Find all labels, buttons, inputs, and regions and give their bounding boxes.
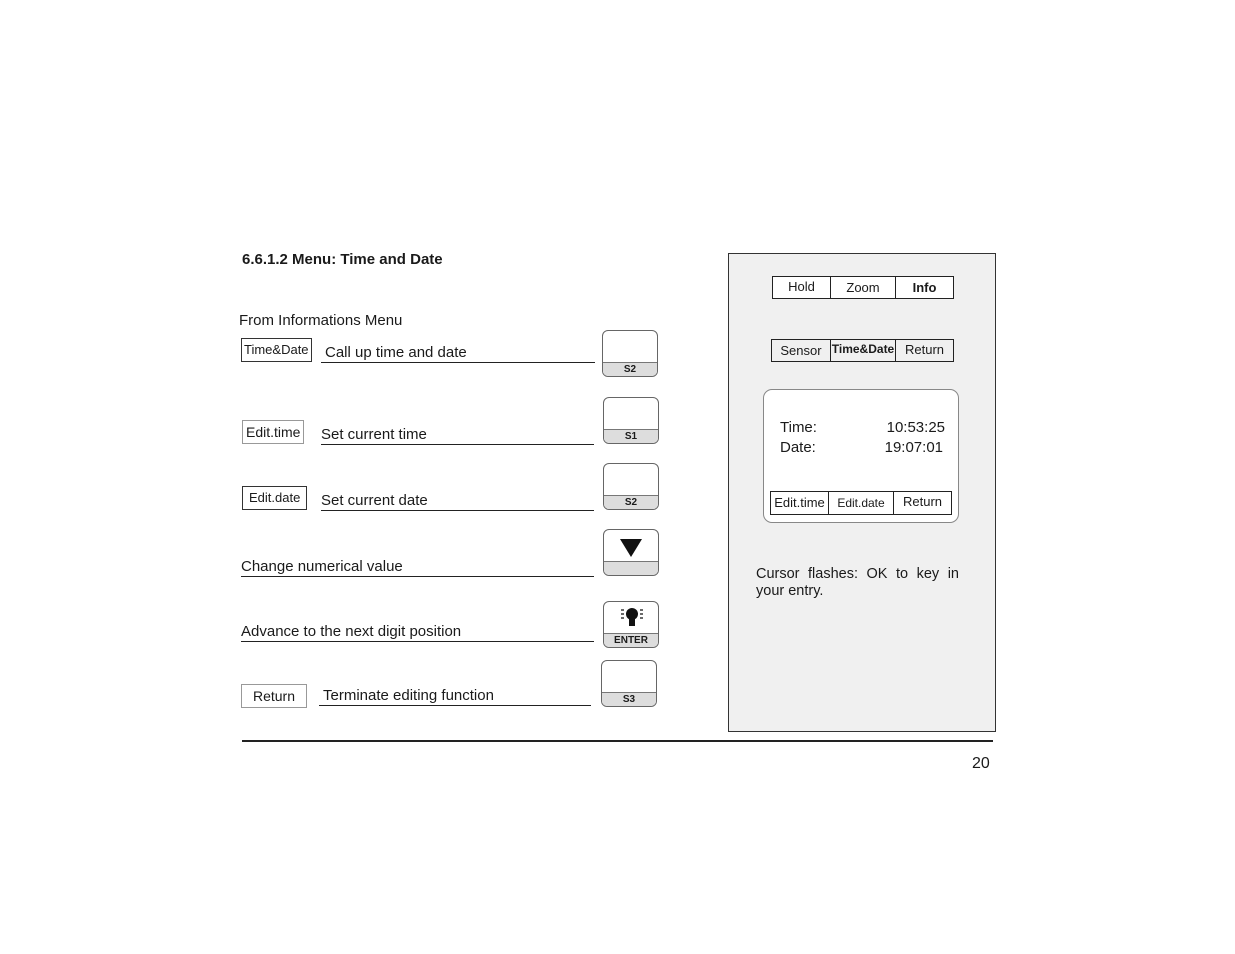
time-date-display: Time: 10:53:25 Date: 19:07:01 Edit.time … — [763, 389, 959, 523]
section-heading: 6.6.1.2 Menu: Time and Date — [242, 251, 443, 268]
key-s2: S2 — [602, 330, 658, 377]
time-label: Time: — [780, 419, 817, 436]
menu-edit-date: Edit.date — [829, 492, 894, 514]
menu-hold: Hold — [773, 277, 831, 298]
softkey-return: Return — [241, 684, 307, 708]
menu-info: Info — [912, 280, 937, 295]
softkey-edit-date: Edit.date — [242, 486, 308, 510]
page-number: 20 — [972, 755, 990, 772]
info-menu-bar: Sensor Time&Date Return — [771, 339, 954, 362]
edit-menu-bar: Edit.time Edit.date Return — [770, 491, 952, 515]
menu-edit-time: Edit.time — [771, 492, 829, 514]
step-text: Call up time and date — [321, 344, 595, 363]
key-s2: S2 — [603, 463, 659, 510]
step-text: Terminate editing function — [319, 687, 591, 706]
step-text: Change numerical value — [241, 558, 594, 577]
panel-note: Cursor flashes: OK to key in your entry. — [756, 566, 959, 599]
menu-zoom: Zoom — [831, 277, 896, 298]
intro-text: From Informations Menu — [239, 312, 403, 329]
key-s3: S3 — [601, 660, 657, 707]
menu-sensor: Sensor — [772, 340, 831, 361]
main-menu-bar: Hold Zoom Info — [772, 276, 954, 299]
key-down — [603, 529, 659, 576]
softkey-edit-time: Edit.time — [242, 420, 305, 444]
key-enter: ENTER — [603, 601, 659, 648]
date-value: 19:07:01 — [884, 439, 943, 456]
date-label: Date: — [780, 439, 816, 456]
step-text: Set current date — [321, 492, 594, 511]
step-text: Set current time — [321, 426, 594, 445]
time-value: 10:53:25 — [886, 419, 945, 436]
menu-return: Return — [902, 494, 943, 509]
footer-divider — [242, 740, 993, 742]
menu-return: Return — [904, 342, 945, 357]
key-s1: S1 — [603, 397, 659, 444]
step-text: Advance to the next digit position — [241, 623, 594, 642]
down-triangle-icon — [620, 539, 642, 557]
softkey-time-date: Time&Date — [241, 338, 312, 362]
menu-time-date: Time&Date — [831, 340, 896, 361]
lightbulb-icon — [621, 608, 643, 626]
display-panel: Hold Zoom Info Sensor Time&Date Return T… — [728, 253, 996, 732]
